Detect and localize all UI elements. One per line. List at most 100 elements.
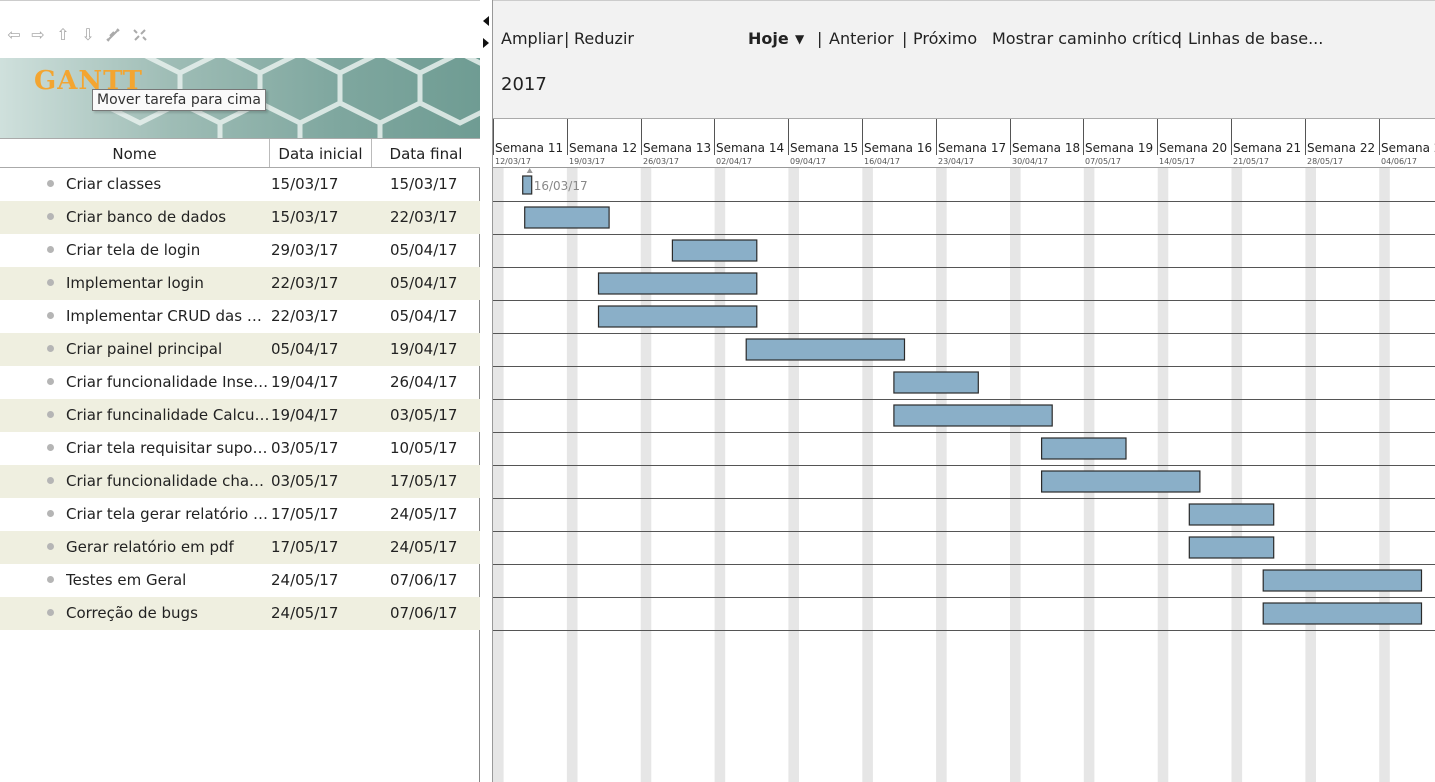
task-name-cell[interactable]: Criar funcionalidade cham... xyxy=(66,465,270,498)
task-start-cell[interactable]: 19/04/17 xyxy=(271,366,371,399)
zoom-in-link[interactable]: Ampliar xyxy=(501,29,563,48)
zoom-out-link[interactable]: Reduzir xyxy=(574,29,634,48)
milestone-date-label[interactable]: 16/03/17 xyxy=(534,179,588,193)
task-bar[interactable] xyxy=(893,371,979,394)
task-end-cell[interactable]: 19/04/17 xyxy=(390,333,475,366)
column-header-name[interactable]: Nome xyxy=(0,139,270,167)
milestone-marker[interactable] xyxy=(526,168,533,173)
task-end-cell[interactable]: 05/04/17 xyxy=(390,234,475,267)
milestone-bar[interactable] xyxy=(522,175,533,195)
today-dropdown[interactable]: Hoje xyxy=(748,29,789,48)
task-bar[interactable] xyxy=(524,206,610,229)
task-name-cell[interactable]: Criar painel principal xyxy=(66,333,270,366)
task-name-cell[interactable]: Criar tela de login xyxy=(66,234,270,267)
task-start-cell[interactable]: 03/05/17 xyxy=(271,465,371,498)
task-start-cell[interactable]: 17/05/17 xyxy=(271,498,371,531)
task-name-cell[interactable]: Criar tela gerar relatório em... xyxy=(66,498,270,531)
week-tick xyxy=(862,119,863,155)
task-bar[interactable] xyxy=(1040,470,1201,493)
table-row[interactable]: Criar banco de dados 15/03/17 22/03/17 xyxy=(0,201,480,234)
table-row[interactable]: Criar tela de login 29/03/17 05/04/17 xyxy=(0,234,480,267)
collapse-left-icon[interactable] xyxy=(483,16,489,26)
table-row[interactable]: Criar painel principal 05/04/17 19/04/17 xyxy=(0,333,480,366)
task-end-cell[interactable]: 24/05/17 xyxy=(390,498,475,531)
task-bar[interactable] xyxy=(671,239,758,262)
task-end-cell[interactable]: 26/04/17 xyxy=(390,366,475,399)
week-date: 12/03/17 xyxy=(495,157,531,166)
critical-path-link[interactable]: Mostrar caminho crítico xyxy=(992,29,1181,48)
task-name-cell[interactable]: Gerar relatório em pdf xyxy=(66,531,270,564)
task-bar[interactable] xyxy=(893,404,1053,427)
task-end-cell[interactable]: 05/04/17 xyxy=(390,267,475,300)
task-end-cell[interactable]: 15/03/17 xyxy=(390,168,475,201)
down-arrow-icon[interactable]: ⇩ xyxy=(80,27,96,43)
task-start-cell[interactable]: 29/03/17 xyxy=(271,234,371,267)
task-bullet-icon xyxy=(47,345,54,352)
week-date: 02/04/17 xyxy=(716,157,752,166)
task-end-cell[interactable]: 07/06/17 xyxy=(390,564,475,597)
task-name-cell[interactable]: Implementar login xyxy=(66,267,270,300)
table-row[interactable]: Criar tela gerar relatório em... 17/05/17… xyxy=(0,498,480,531)
task-bar[interactable] xyxy=(1040,437,1127,460)
task-name-cell[interactable]: Criar classes xyxy=(66,168,270,201)
task-end-cell[interactable]: 05/04/17 xyxy=(390,300,475,333)
task-bar[interactable] xyxy=(745,338,906,361)
task-start-cell[interactable]: 24/05/17 xyxy=(271,564,371,597)
next-link[interactable]: Próximo xyxy=(913,29,977,48)
task-bar[interactable] xyxy=(597,305,758,328)
task-end-cell[interactable]: 03/05/17 xyxy=(390,399,475,432)
table-row[interactable]: Correção de bugs 24/05/17 07/06/17 xyxy=(0,597,480,630)
task-start-cell[interactable]: 17/05/17 xyxy=(271,531,371,564)
task-end-cell[interactable]: 07/06/17 xyxy=(390,597,475,630)
year-label: 2017 xyxy=(501,74,547,95)
task-start-cell[interactable]: 15/03/17 xyxy=(271,201,371,234)
panel-splitter[interactable] xyxy=(480,0,493,782)
weekend-band xyxy=(493,168,504,782)
table-row[interactable]: Criar tela requisitar suporte 03/05/17 10/… xyxy=(0,432,480,465)
table-row[interactable]: Criar funcinalidade Calcula... 19/04/17 03… xyxy=(0,399,480,432)
link-icon[interactable] xyxy=(105,27,121,43)
task-end-cell[interactable]: 22/03/17 xyxy=(390,201,475,234)
task-name-cell[interactable]: Testes em Geral xyxy=(66,564,270,597)
expand-right-icon[interactable] xyxy=(483,38,489,48)
task-name-cell[interactable]: Criar banco de dados xyxy=(66,201,270,234)
baselines-link[interactable]: Linhas de base... xyxy=(1188,29,1323,48)
table-row[interactable]: Implementar login 22/03/17 05/04/17 xyxy=(0,267,480,300)
task-bar[interactable] xyxy=(1188,503,1275,526)
previous-link[interactable]: Anterior xyxy=(829,29,894,48)
table-row[interactable]: Criar funcionalidade Inserir ... 19/04/17… xyxy=(0,366,480,399)
gantt-chart-area[interactable]: 16/03/17 xyxy=(493,168,1435,782)
table-row[interactable]: Criar classes 15/03/17 15/03/17 xyxy=(0,168,480,201)
task-name-cell[interactable]: Correção de bugs xyxy=(66,597,270,630)
chevron-down-icon[interactable]: ▼ xyxy=(795,32,804,46)
task-bar[interactable] xyxy=(1188,536,1275,559)
back-arrow-icon[interactable]: ⇦ xyxy=(6,27,22,43)
task-end-cell[interactable]: 17/05/17 xyxy=(390,465,475,498)
task-bar[interactable] xyxy=(597,272,758,295)
task-name-cell[interactable]: Implementar CRUD das cla... xyxy=(66,300,270,333)
task-end-cell[interactable]: 24/05/17 xyxy=(390,531,475,564)
task-end-cell[interactable]: 10/05/17 xyxy=(390,432,475,465)
task-bar[interactable] xyxy=(1262,569,1423,592)
column-header-end[interactable]: Data final xyxy=(372,139,480,167)
forward-arrow-icon[interactable]: ⇨ xyxy=(30,27,46,43)
task-bar[interactable] xyxy=(1262,602,1423,625)
table-row[interactable]: Gerar relatório em pdf 17/05/17 24/05/17 xyxy=(0,531,480,564)
table-row[interactable]: Implementar CRUD das cla... 22/03/17 05/04… xyxy=(0,300,480,333)
unlink-icon[interactable] xyxy=(132,27,148,43)
task-start-cell[interactable]: 03/05/17 xyxy=(271,432,371,465)
task-start-cell[interactable]: 19/04/17 xyxy=(271,399,371,432)
up-arrow-icon[interactable]: ⇧ xyxy=(55,27,71,43)
task-start-cell[interactable]: 24/05/17 xyxy=(271,597,371,630)
task-name-cell[interactable]: Criar tela requisitar suporte xyxy=(66,432,270,465)
task-start-cell[interactable]: 15/03/17 xyxy=(271,168,371,201)
task-start-cell[interactable]: 22/03/17 xyxy=(271,267,371,300)
week-label: Semana 14 xyxy=(716,141,785,155)
table-row[interactable]: Criar funcionalidade cham... 03/05/17 17/0… xyxy=(0,465,480,498)
task-start-cell[interactable]: 22/03/17 xyxy=(271,300,371,333)
task-name-cell[interactable]: Criar funcionalidade Inserir ... xyxy=(66,366,270,399)
table-row[interactable]: Testes em Geral 24/05/17 07/06/17 xyxy=(0,564,480,597)
task-name-cell[interactable]: Criar funcinalidade Calcula... xyxy=(66,399,270,432)
column-header-start[interactable]: Data inicial xyxy=(270,139,372,167)
task-start-cell[interactable]: 05/04/17 xyxy=(271,333,371,366)
